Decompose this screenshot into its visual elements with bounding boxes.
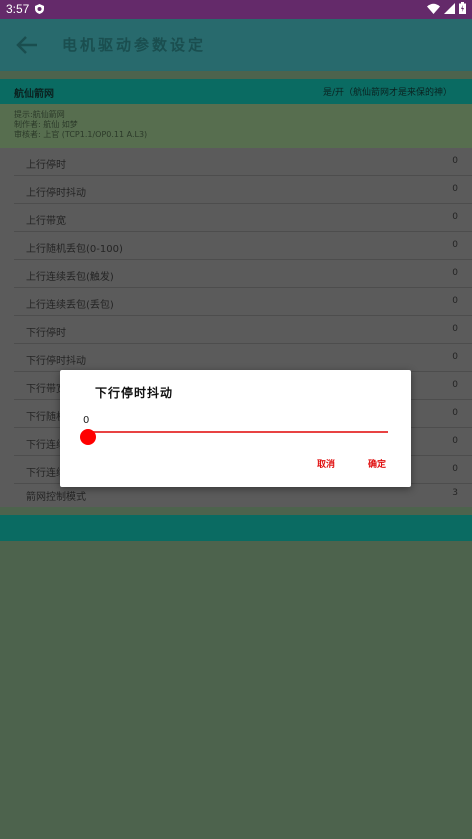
item-value: 0 [452, 240, 458, 250]
page-title: 电机驱动参数设定 [62, 36, 207, 54]
info-block: 提示:航仙箭网 制作者: 航仙 如梦 审核者: 上官 (TCP1.1/OP0.1… [0, 104, 472, 148]
dialog-title: 下行停时抖动 [95, 386, 174, 400]
item-value: 0 [452, 464, 458, 474]
list-item[interactable]: 上行随机丢包(0-100) 0 [14, 232, 472, 260]
item-value: 0 [452, 436, 458, 446]
header-left: 航仙箭网 [14, 89, 54, 100]
list-item[interactable]: 上行停时抖动 0 [14, 176, 472, 204]
status-bar: 3:57 [0, 0, 472, 19]
list-item[interactable]: 上行带宽 0 [14, 204, 472, 232]
list-item[interactable]: 上行连续丢包(丢包) 0 [14, 288, 472, 316]
item-value: 0 [452, 268, 458, 278]
cancel-button[interactable]: 取消 [317, 457, 335, 470]
slider-dialog: 下行停时抖动 0 取消 确定 [60, 370, 411, 487]
slider-value: 0 [83, 415, 90, 426]
list-item[interactable]: 下行停时 0 [14, 316, 472, 344]
back-arrow-icon[interactable] [16, 35, 38, 55]
list-item[interactable]: 下行停时抖动 0 [14, 344, 472, 372]
item-value: 0 [452, 380, 458, 390]
item-label: 上行带宽 [26, 216, 66, 227]
item-value: 3 [452, 488, 458, 498]
item-value: 0 [452, 156, 458, 166]
item-label: 上行连续丢包(丢包) [26, 300, 114, 311]
item-value: 0 [452, 408, 458, 418]
slider-thumb[interactable] [80, 429, 96, 445]
item-label: 上行连续丢包(触发) [26, 272, 114, 283]
list-item[interactable]: 上行连续丢包(触发) 0 [14, 260, 472, 288]
item-label: 下行停时 [26, 328, 66, 339]
info-line: 审核者: 上官 (TCP1.1/OP0.11 A.L3) [14, 130, 148, 139]
footer-bar [0, 515, 472, 541]
item-label: 上行随机丢包(0-100) [26, 244, 123, 255]
battery-icon [459, 2, 466, 14]
item-label: 上行停时 [26, 160, 66, 171]
item-value: 0 [452, 184, 458, 194]
shield-icon [35, 4, 44, 14]
info-line: 制作者: 航仙 如梦 [14, 120, 78, 129]
wifi-icon [427, 3, 440, 14]
app-bar: 电机驱动参数设定 [0, 19, 472, 71]
item-value: 0 [452, 352, 458, 362]
header-row[interactable]: 航仙箭网 是/开（航仙箭网才是来保的神） [0, 79, 472, 104]
divider [0, 507, 472, 515]
slider-track[interactable] [88, 431, 388, 433]
ok-button[interactable]: 确定 [368, 457, 386, 470]
status-time: 3:57 [6, 2, 30, 16]
item-label: 下行停时抖动 [26, 356, 86, 367]
list-item[interactable]: 上行停时 0 [14, 148, 472, 176]
divider [0, 71, 472, 79]
signal-icon [444, 2, 455, 14]
item-label: 上行停时抖动 [26, 188, 86, 199]
item-value: 0 [452, 212, 458, 222]
item-value: 0 [452, 324, 458, 334]
info-line: 提示:航仙箭网 [14, 110, 65, 119]
item-value: 0 [452, 296, 458, 306]
item-label: 箭网控制模式 [26, 492, 86, 503]
header-right: 是/开（航仙箭网才是来保的神） [322, 88, 452, 98]
